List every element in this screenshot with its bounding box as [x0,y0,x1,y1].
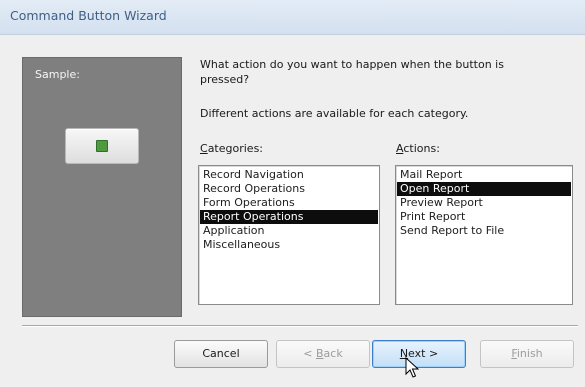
action-item[interactable]: Mail Report [397,168,571,182]
green-square-icon [96,140,108,152]
sample-preview-button [65,128,139,164]
action-item[interactable]: Send Report to File [397,224,571,238]
window-title: Command Button Wizard [10,8,167,23]
categories-listbox[interactable]: Record Navigation Record Operations Form… [198,165,380,305]
arrow-cursor-icon [405,357,420,378]
title-bar: Command Button Wizard [0,0,585,35]
sample-label: Sample: [35,68,80,81]
info-text: Different actions are available for each… [200,107,469,120]
action-item-selected[interactable]: Open Report [397,182,571,196]
finish-button[interactable]: Finish [480,340,574,368]
category-item[interactable]: Record Operations [200,182,378,196]
back-button[interactable]: < Back [276,340,370,368]
question-text: What action do you want to happen when t… [200,58,504,86]
category-item[interactable]: Application [200,224,378,238]
actions-listbox[interactable]: Mail Report Open Report Preview Report P… [395,165,573,305]
category-item[interactable]: Miscellaneous [200,238,378,252]
category-item-selected[interactable]: Report Operations [200,210,378,224]
actions-label: Actions: [396,142,440,155]
categories-label: Categories: [200,142,264,155]
button-divider [22,325,578,327]
wizard-body: Sample: What action do you want to happe… [0,35,585,387]
action-item[interactable]: Preview Report [397,196,571,210]
cancel-button[interactable]: Cancel [174,340,268,368]
sample-panel: Sample: [22,57,182,317]
category-item[interactable]: Form Operations [200,196,378,210]
category-item[interactable]: Record Navigation [200,168,378,182]
action-item[interactable]: Print Report [397,210,571,224]
